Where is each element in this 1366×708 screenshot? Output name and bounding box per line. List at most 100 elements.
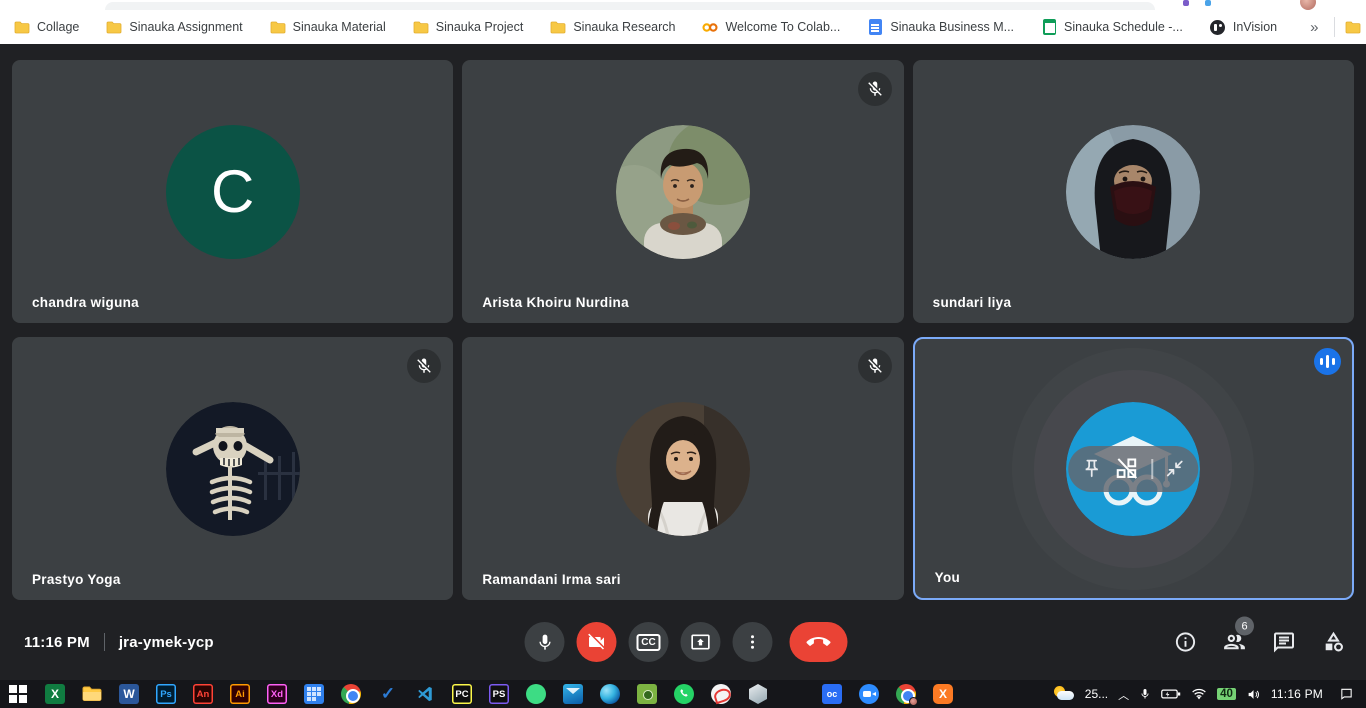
- tray-battery-icon[interactable]: [1161, 688, 1181, 700]
- bookmark-sinauka-project[interactable]: Sinauka Project: [413, 19, 524, 35]
- weather-icon[interactable]: [1053, 686, 1075, 702]
- mic-toggle-button[interactable]: [525, 622, 565, 662]
- bookmark-sinauka-material[interactable]: Sinauka Material: [270, 19, 386, 35]
- info-separator: [104, 633, 105, 651]
- camera-toggle-button[interactable]: [577, 622, 617, 662]
- chrome-icon[interactable]: [341, 684, 361, 704]
- meeting-details-button[interactable]: [1174, 631, 1197, 654]
- camera-app-icon[interactable]: [637, 684, 657, 704]
- participant-tile[interactable]: sundari liya: [913, 60, 1354, 323]
- bookmark-invision[interactable]: InVision: [1210, 19, 1277, 35]
- activities-button[interactable]: [1321, 630, 1346, 655]
- participant-name: Prastyo Yoga: [32, 572, 121, 587]
- illustrator-icon[interactable]: Ai: [230, 684, 250, 704]
- end-call-button[interactable]: [790, 622, 848, 662]
- tray-volume-icon[interactable]: [1246, 688, 1261, 701]
- bookmark-sinauka-business[interactable]: Sinauka Business M...: [867, 19, 1014, 35]
- xampp-icon[interactable]: X: [933, 684, 953, 704]
- pycharm-icon[interactable]: PC: [452, 684, 472, 704]
- meet-right-actions: 6: [1174, 630, 1346, 655]
- avatar-letter: C: [211, 157, 254, 226]
- mail-icon[interactable]: [563, 684, 583, 704]
- chrome-profile-icon[interactable]: [896, 684, 916, 704]
- photo-man-outdoors: [616, 125, 750, 259]
- file-explorer-icon[interactable]: [82, 684, 102, 704]
- windows-taskbar: X W Ps An Ai Xd ✓ PC PS: [0, 680, 1366, 708]
- participant-tile[interactable]: Ramandani Irma sari: [462, 337, 903, 600]
- pin-tile-button[interactable]: [1082, 458, 1103, 479]
- browser-profile-avatar[interactable]: [1300, 0, 1316, 10]
- participants-count-badge: 6: [1235, 617, 1254, 636]
- present-button[interactable]: [681, 622, 721, 662]
- calendar-icon[interactable]: [304, 684, 324, 704]
- chat-button[interactable]: [1272, 630, 1296, 654]
- bookmark-colab[interactable]: Welcome To Colab...: [702, 19, 840, 35]
- phpstorm-icon[interactable]: PS: [489, 684, 509, 704]
- bookmark-label: Collage: [37, 20, 79, 34]
- photo-hijab-mask: [1066, 125, 1200, 259]
- address-bar[interactable]: [105, 2, 1155, 10]
- bookmark-sinauka-schedule[interactable]: Sinauka Schedule -...: [1041, 19, 1183, 35]
- captions-button[interactable]: CC: [629, 622, 669, 662]
- avatar: [1066, 125, 1200, 259]
- bookmark-label: InVision: [1233, 20, 1277, 34]
- vscode-icon[interactable]: [415, 684, 435, 704]
- battery-percent-badge[interactable]: 40: [1217, 688, 1236, 700]
- bookmarks-overflow-chevron[interactable]: »: [1304, 19, 1324, 36]
- call-controls: CC: [519, 622, 848, 662]
- word-icon[interactable]: W: [119, 684, 139, 704]
- more-vert-icon: [744, 633, 762, 651]
- pin-icon: [1082, 458, 1103, 479]
- bookmarks-separator: [1334, 17, 1335, 37]
- extension-icon[interactable]: [1183, 0, 1189, 6]
- extension-icon[interactable]: [1205, 0, 1211, 6]
- google-docs-icon: [867, 19, 883, 35]
- participant-tile[interactable]: Prastyo Yoga: [12, 337, 453, 600]
- avatar: C: [166, 125, 300, 259]
- start-button[interactable]: [8, 684, 28, 704]
- participant-tile[interactable]: Arista Khoiru Nurdina: [462, 60, 903, 323]
- todo-check-icon[interactable]: ✓: [378, 684, 398, 704]
- animate-icon[interactable]: An: [193, 684, 213, 704]
- meeting-info: 11:16 PM jra-ymek-ycp: [24, 633, 214, 651]
- folder-icon: [413, 19, 429, 35]
- system-tray: 25... ︿ 40 11:16 PM: [1053, 686, 1358, 702]
- participant-grid: C chandra wiguna: [12, 60, 1354, 600]
- photoshop-icon[interactable]: Ps: [156, 684, 176, 704]
- mic-off-icon: [415, 357, 433, 375]
- bookmark-label: Sinauka Material: [293, 20, 386, 34]
- bookmark-sinauka-assignment[interactable]: Sinauka Assignment: [106, 19, 242, 35]
- remove-from-grid-button[interactable]: [1114, 455, 1141, 482]
- bookmark-label: Sinauka Schedule -...: [1064, 20, 1183, 34]
- adobe-xd-icon[interactable]: Xd: [267, 684, 287, 704]
- excel-icon[interactable]: X: [45, 684, 65, 704]
- photo-cartoon-skeleton: [166, 402, 300, 536]
- tray-clock[interactable]: 11:16 PM: [1271, 687, 1323, 701]
- edge-icon[interactable]: [600, 684, 620, 704]
- other-bookmarks[interactable]: Other bookmarks: [1345, 19, 1366, 35]
- avatar: [616, 125, 750, 259]
- folder-icon: [550, 19, 566, 35]
- participant-tile[interactable]: C chandra wiguna: [12, 60, 453, 323]
- muted-mic-badge: [858, 349, 892, 383]
- hexagon-app-icon[interactable]: [748, 684, 768, 704]
- whatsapp-icon[interactable]: [674, 684, 694, 704]
- tray-mic-icon[interactable]: [1139, 687, 1151, 701]
- oc-app-icon[interactable]: oc: [822, 684, 842, 704]
- self-tile[interactable]: You: [913, 337, 1354, 600]
- zoom-icon[interactable]: [859, 684, 879, 704]
- tray-wifi-icon[interactable]: [1191, 688, 1207, 700]
- mic-off-icon: [866, 80, 884, 98]
- bookmark-collage[interactable]: Collage: [14, 19, 79, 35]
- screen-recorder-icon[interactable]: [711, 684, 731, 704]
- minimize-tile-button[interactable]: [1164, 458, 1185, 479]
- action-center-icon[interactable]: [1339, 687, 1354, 701]
- android-studio-icon[interactable]: [526, 684, 546, 704]
- slack-icon[interactable]: [785, 684, 805, 704]
- participants-button[interactable]: 6: [1222, 630, 1247, 655]
- tray-expand-chevron[interactable]: ︿: [1118, 687, 1129, 703]
- bookmark-label: Sinauka Research: [573, 20, 675, 34]
- bookmark-sinauka-research[interactable]: Sinauka Research: [550, 19, 675, 35]
- more-options-button[interactable]: [733, 622, 773, 662]
- weather-temperature[interactable]: 25...: [1085, 687, 1108, 701]
